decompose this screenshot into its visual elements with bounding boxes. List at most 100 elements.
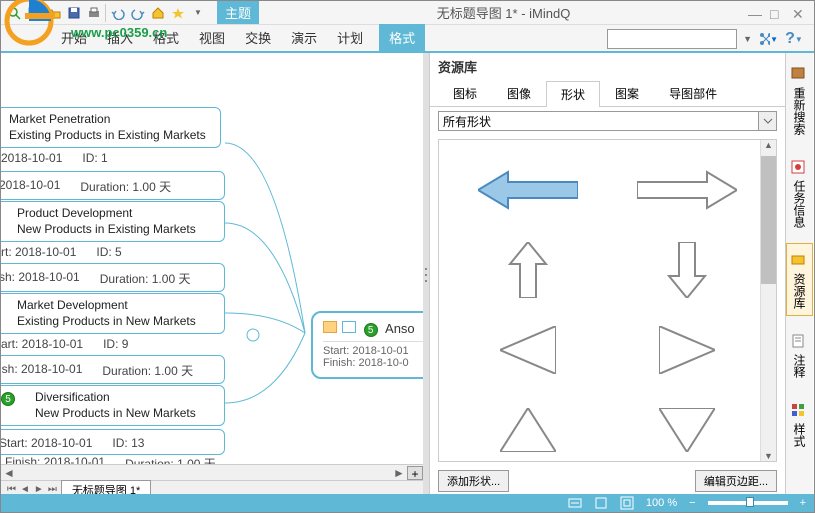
fullscreen-icon[interactable] (620, 496, 634, 510)
scroll-thumb[interactable] (761, 156, 776, 284)
statusbar: 100 % − + (1, 494, 814, 512)
home-icon[interactable] (149, 4, 167, 22)
minimize-icon[interactable]: — (748, 6, 762, 20)
topic-detail[interactable]: Start: 2018-10-01ID: 13 (1, 429, 225, 455)
panel-tab-shapes[interactable]: 形状 (546, 81, 600, 107)
scroll-right-icon[interactable]: ► (391, 466, 407, 480)
search-input[interactable] (607, 29, 737, 49)
shapes-gallery: ▲ ▼ (438, 139, 777, 462)
ribbon-group-label: 主题 (217, 1, 259, 24)
favorite-icon[interactable] (169, 4, 187, 22)
topic-meta-row: rt: 2018-10-01ID: 5 (1, 243, 122, 259)
search-icon[interactable] (5, 4, 23, 22)
tab-home[interactable]: 开始 (51, 24, 97, 51)
qat-dropdown-icon[interactable]: ▼ (189, 4, 207, 22)
shape-arrow-right[interactable] (628, 160, 747, 220)
tab-plan[interactable]: 计划 (327, 24, 373, 51)
quick-access-toolbar: ▼ (1, 2, 211, 24)
shape-triangle-up[interactable] (469, 400, 588, 460)
topic-meta-row: 2018-10-01ID: 1 (1, 149, 221, 165)
tab-insert[interactable]: 插入 (97, 24, 143, 51)
topic-badge: 5 (364, 323, 378, 337)
sidebar-item-resources[interactable]: 资源库 (786, 243, 813, 316)
topic-detail[interactable]: ish: 2018-10-01Duration: 1.00 天 (1, 355, 225, 384)
edit-margins-button[interactable]: 编辑页边距... (695, 470, 777, 492)
sidebar-item-research[interactable]: 重新搜索 (786, 57, 813, 142)
close-icon[interactable]: ✕ (792, 6, 806, 20)
shape-triangle-left[interactable] (469, 320, 588, 380)
topic-node[interactable]: 5 Product Development New Products in Ex… (1, 201, 225, 242)
topic-detail[interactable]: sh: 2018-10-01Duration: 1.00 天 (1, 263, 225, 292)
fit-width-icon[interactable] (568, 496, 582, 510)
add-page-icon[interactable]: + (407, 466, 423, 480)
tab-present[interactable]: 演示 (281, 24, 327, 51)
sidebar-item-notes[interactable]: 注释 (786, 324, 813, 385)
central-start: Start: 2018-10-01 (323, 341, 423, 357)
zoom-handle[interactable] (746, 497, 754, 507)
topic-sub: Existing Products in New Markets (17, 314, 216, 330)
titlebar: ▼ 主题 无标题导图 1* - iMindQ — □ ✕ (1, 1, 814, 25)
shape-arrow-up[interactable] (469, 240, 588, 300)
help-icon[interactable]: ?▼ (784, 29, 804, 49)
scroll-left-icon[interactable]: ◄ (1, 466, 17, 480)
new-icon[interactable] (25, 4, 43, 22)
zoom-out-icon[interactable]: − (689, 497, 695, 509)
panel-tab-patterns[interactable]: 图案 (600, 80, 654, 106)
tab-format[interactable]: 格式 (143, 24, 189, 51)
shape-arrow-down[interactable] (628, 240, 747, 300)
chevron-down-icon[interactable] (758, 112, 776, 130)
topic-node[interactable]: 5 Market Development Existing Products i… (1, 293, 225, 334)
tab-exchange[interactable]: 交换 (235, 24, 281, 51)
separator (105, 4, 107, 22)
sidebar-item-styles[interactable]: 样式 (786, 393, 813, 454)
topic-title: Product Development (17, 206, 216, 222)
central-title: Anso (385, 321, 415, 336)
zoom-in-icon[interactable]: + (800, 497, 806, 509)
shape-triangle-down[interactable] (628, 400, 747, 460)
fit-page-icon[interactable] (594, 496, 608, 510)
open-icon[interactable] (45, 4, 63, 22)
central-finish: Finish: 2018-10-0 (323, 357, 423, 369)
shape-category-combo[interactable]: 所有形状 (438, 111, 777, 131)
window-title: 无标题导图 1* - iMindQ (259, 3, 748, 22)
topic-title: Market Development (17, 298, 216, 314)
connectors (225, 113, 315, 413)
topic-sub: New Products in New Markets (17, 406, 216, 422)
shape-triangle-right[interactable] (628, 320, 747, 380)
panel-footer: 添加形状... 编辑页边距... (430, 466, 785, 496)
topic-node[interactable]: Market Penetration Existing Products in … (1, 107, 221, 148)
content-area: Market Penetration Existing Products in … (1, 53, 814, 496)
topic-title: Market Penetration (9, 112, 212, 128)
resource-panel: 资源库 图标 图像 形状 图案 导图部件 所有形状 (429, 53, 785, 496)
combo-value: 所有形状 (443, 113, 491, 130)
maximize-icon[interactable]: □ (770, 6, 784, 20)
panel-tab-icons[interactable]: 图标 (438, 80, 492, 106)
undo-icon[interactable] (109, 4, 127, 22)
share-icon[interactable]: ▼ (758, 29, 778, 49)
ribbon: 开始 插入 格式 视图 交换 演示 计划 格式 ▼ ▼ ?▼ (1, 25, 814, 53)
redo-icon[interactable] (129, 4, 147, 22)
sidebar-item-taskinfo[interactable]: 任务信息 (786, 150, 813, 235)
right-sidebar: 重新搜索 任务信息 资源库 注释 样式 (785, 53, 813, 496)
topic-sub: Existing Products in Existing Markets (9, 128, 212, 144)
vertical-scrollbar[interactable]: ▲ ▼ (760, 140, 776, 461)
zoom-value: 100 % (646, 497, 677, 509)
panel-title: 资源库 (430, 53, 785, 80)
topic-sub: New Products in Existing Markets (17, 222, 216, 238)
print-icon[interactable] (85, 4, 103, 22)
topic-detail[interactable]: 2018-10-01Duration: 1.00 天 (1, 171, 225, 200)
shape-arrow-left[interactable] (469, 160, 588, 220)
add-shape-button[interactable]: 添加形状... (438, 470, 509, 492)
horizontal-scrollbar[interactable]: ◄ ► + (1, 464, 423, 480)
central-topic[interactable]: 5 Anso Start: 2018-10-01 Finish: 2018-10… (311, 311, 423, 379)
tab-context-format[interactable]: 格式 (379, 24, 425, 51)
tab-view[interactable]: 视图 (189, 24, 235, 51)
panel-tab-images[interactable]: 图像 (492, 80, 546, 106)
zoom-slider[interactable] (708, 501, 788, 505)
panel-tab-mapparts[interactable]: 导图部件 (654, 80, 732, 106)
topic-badge: 5 (1, 392, 15, 406)
calendar-icon (323, 321, 337, 333)
topic-node[interactable]: ◯ 5 Diversification New Products in New … (1, 385, 225, 426)
mindmap-canvas[interactable]: Market Penetration Existing Products in … (1, 53, 423, 496)
save-icon[interactable] (65, 4, 83, 22)
